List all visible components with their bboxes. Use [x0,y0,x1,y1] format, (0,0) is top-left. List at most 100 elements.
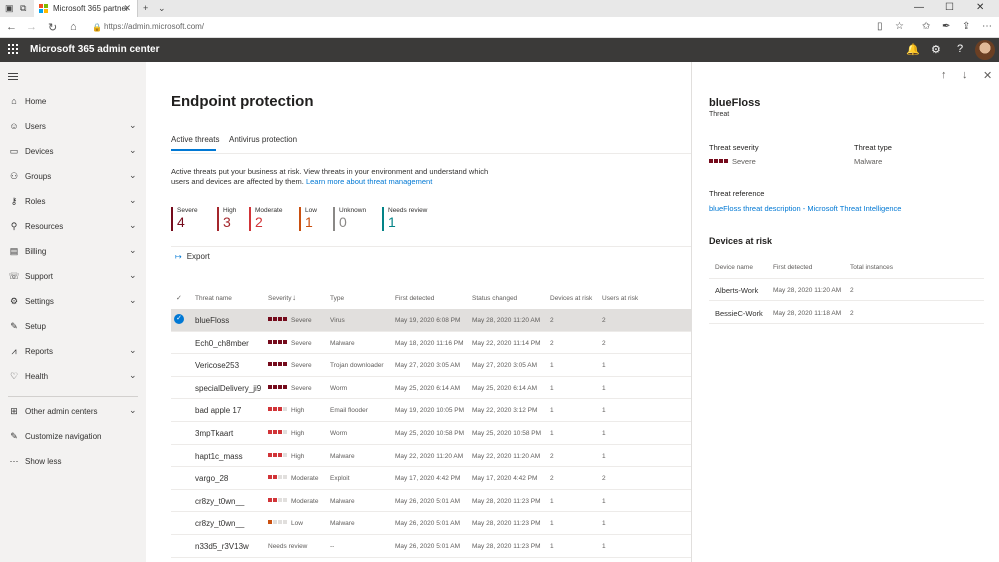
share-icon[interactable]: ⇪ [962,21,970,32]
threat-name[interactable]: Vericose253 [195,361,239,370]
threat-name[interactable]: cr8zy_t0wn__ [195,519,244,528]
app-title[interactable]: Microsoft 365 admin center [30,44,159,55]
chevron-down-icon[interactable]: ⌄ [129,245,137,256]
device-row[interactable]: BessieC-Work May 28, 2020 11:18 AM 2 [709,302,984,324]
table-row[interactable]: 3mpTkaart High Worm May 25, 2020 10:58 PM Ma… [171,422,691,445]
next-arrow-icon[interactable]: ↓ [962,69,968,81]
nav-item-resources[interactable]: ⚲ Resources ⌄ [0,218,146,236]
table-row[interactable]: n33d5_r3V13w Needs review -- May 26, 2020 5… [171,535,691,558]
more-icon[interactable]: ⋯ [982,21,992,32]
threat-name[interactable]: vargo_28 [195,474,228,483]
kpi-severe[interactable]: Severe 4 [171,207,198,231]
threat-name[interactable]: hapt1c_mass [195,452,243,461]
reading-view-icon[interactable]: ▯ [877,21,883,32]
nav-item-customize-navigation[interactable]: ✎ Customize navigation [0,428,146,446]
threat-name[interactable]: specialDelivery_ji9 [195,384,261,393]
refresh-icon[interactable]: ↻ [48,21,57,34]
minimize-icon[interactable]: — [914,2,924,13]
kpi-high[interactable]: High 3 [217,207,236,231]
column-header-severity[interactable]: Severity [268,295,291,302]
chevron-down-icon[interactable]: ⌄ [129,370,137,381]
column-header-first-detected[interactable]: First detected [395,295,434,302]
table-row[interactable]: Vericose253 Severe Trojan downloader May 27… [171,354,691,377]
nav-item-billing[interactable]: ▤ Billing ⌄ [0,243,146,261]
back-icon[interactable]: ← [6,21,17,33]
pen-icon[interactable]: ✒ [942,21,950,32]
device-name[interactable]: Alberts-Work [715,286,758,295]
export-button[interactable]: ↦ Export [175,252,210,261]
sort-down-arrow-icon[interactable]: ↓ [292,293,296,302]
previous-arrow-icon[interactable]: ↑ [941,69,947,81]
total-instances-header[interactable]: Total instances [850,264,893,271]
column-header-users-at-risk[interactable]: Users at risk [602,295,638,302]
column-header-type[interactable]: Type [330,295,344,302]
threat-name[interactable]: bad apple 17 [195,406,241,415]
favorites-icon[interactable]: ✩ [922,21,930,32]
new-tab-icon[interactable]: + [143,3,148,14]
chevron-down-icon[interactable]: ⌄ [129,195,137,206]
threat-name[interactable]: Ech0_ch8mber [195,339,249,348]
close-panel-icon[interactable]: ✕ [983,69,992,82]
threat-name[interactable]: 3mpTkaart [195,429,233,438]
close-tab-icon[interactable]: ✕ [123,3,131,14]
notifications-icon[interactable]: 🔔 [906,43,920,56]
table-row[interactable]: cr8zy_t0wn__ Moderate Malware May 26, 2020 … [171,490,691,513]
nav-item-other-admin-centers[interactable]: ⊞ Other admin centers ⌄ [0,403,146,421]
nav-item-setup[interactable]: ✎ Setup [0,318,146,336]
threat-name[interactable]: n33d5_r3V13w [195,542,249,551]
nav-item-groups[interactable]: ⚇ Groups ⌄ [0,168,146,186]
table-row[interactable]: Ech0_ch8mber Severe Malware May 18, 2020 11… [171,332,691,355]
nav-item-settings[interactable]: ⚙ Settings ⌄ [0,293,146,311]
column-header-status-changed[interactable]: Status changed [472,295,517,302]
forward-icon[interactable]: → [26,21,37,33]
device-name-header[interactable]: Device name [715,264,753,271]
chevron-down-icon[interactable]: ⌄ [129,220,137,231]
nav-item-reports[interactable]: ⩘ Reports ⌄ [0,343,146,361]
nav-item-home[interactable]: ⌂ Home [0,93,146,111]
learn-more-link[interactable]: Learn more about threat management [306,177,432,186]
hamburger-menu-icon[interactable] [8,73,18,82]
chevron-down-icon[interactable]: ⌄ [129,345,137,356]
maximize-icon[interactable]: ☐ [945,2,954,13]
threat-name[interactable]: blueFloss [195,316,229,325]
device-row[interactable]: Alberts-Work May 28, 2020 11:20 AM 2 [709,279,984,301]
kpi-unknown[interactable]: Unknown 0 [333,207,366,231]
nav-item-devices[interactable]: ▭ Devices ⌄ [0,143,146,161]
tab-actions-icon[interactable]: ▣ [5,3,14,14]
device-name[interactable]: BessieC-Work [715,309,763,318]
table-row[interactable]: ✓ blueFloss Severe Virus May 19, 2020 6:08 P… [171,309,691,332]
window-close-icon[interactable]: ✕ [976,2,984,13]
browser-tab[interactable]: Microsoft 365 partner ✕ [34,0,138,17]
chevron-down-icon[interactable]: ⌄ [129,145,137,156]
kpi-low[interactable]: Low 1 [299,207,317,231]
table-row[interactable]: bad apple 17 High Email flooder May 19, 202… [171,399,691,422]
nav-item-support[interactable]: ☏ Support ⌄ [0,268,146,286]
app-launcher-icon[interactable] [8,44,18,54]
table-row[interactable]: hapt1c_mass High Malware May 22, 2020 11:20… [171,445,691,468]
column-header-threat-name[interactable]: Threat name [195,295,232,302]
avatar[interactable] [975,40,995,60]
threat-reference-link[interactable]: blueFloss threat description - Microsoft… [709,204,901,213]
table-row[interactable]: specialDelivery_ji9 Severe Worm May 25, 202… [171,377,691,400]
tab-switch-icon[interactable]: ⧉ [20,3,26,14]
tab-antivirus-protection[interactable]: Antivirus protection [229,135,297,144]
table-row[interactable]: cr8zy_t0wn__ Low Malware May 26, 2020 5:01 … [171,512,691,535]
kpi-needs-review[interactable]: Needs review 1 [382,207,427,231]
select-all-check-icon[interactable]: ✓ [176,294,182,302]
row-selected-check-icon[interactable]: ✓ [174,314,184,324]
chevron-down-icon[interactable]: ⌄ [129,270,137,281]
threat-name[interactable]: cr8zy_t0wn__ [195,497,244,506]
help-icon[interactable]: ? [957,43,963,55]
first-detected-header[interactable]: First detected [773,264,812,271]
settings-gear-icon[interactable]: ⚙ [931,43,941,56]
kpi-moderate[interactable]: Moderate 2 [249,207,282,231]
table-row[interactable]: vargo_28 Moderate Exploit May 17, 2020 4:42… [171,467,691,490]
home-browser-icon[interactable]: ⌂ [70,21,77,33]
tab-active-threats[interactable]: Active threats [171,135,219,144]
url-field[interactable]: https://admin.microsoft.com/ [104,22,204,31]
chevron-down-icon[interactable]: ⌄ [129,405,137,416]
chevron-down-icon[interactable]: ⌄ [129,295,137,306]
nav-item-health[interactable]: ♡ Health ⌄ [0,368,146,386]
nav-item-show-less[interactable]: ⋯ Show less [0,453,146,471]
chevron-down-icon[interactable]: ⌄ [129,120,137,131]
